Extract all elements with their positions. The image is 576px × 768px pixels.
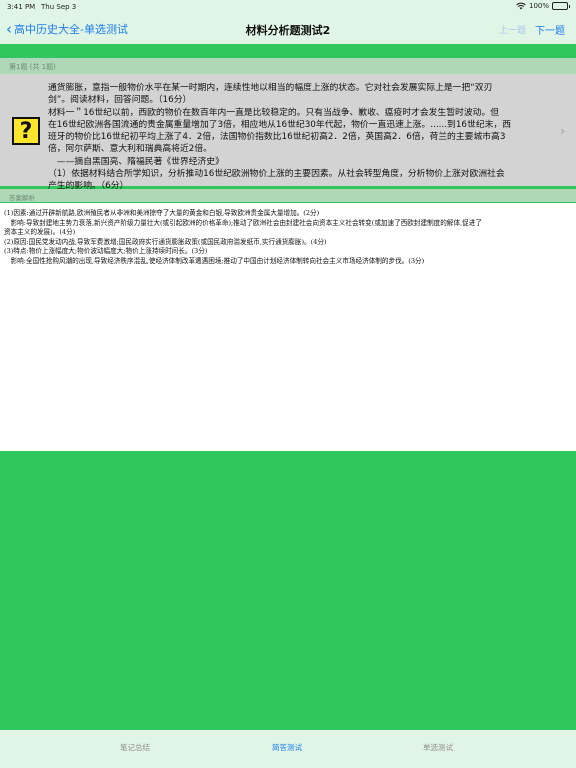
question-text-line: 在16世纪欧洲各国流通的贵金属重量增加了3倍，相应地从16世纪30年代起，物价一… (48, 119, 512, 130)
chevron-right-icon: › (560, 124, 565, 138)
question-text-line: 班牙的物价比16世纪初平均上涨了4．2倍，法国物价指数比16世纪初高2．2倍，英… (48, 132, 506, 143)
question-text-line: （1）依据材料结合所学知识，分析推动16世纪欧洲物价上涨的主要因素。从社会转型角… (48, 169, 505, 180)
question-text: 通货膨胀，意指一般物价水平在某一时期内，连续性地以相当的幅度上涨的状态。它对社会… (48, 82, 553, 193)
status-date: Thu Sep 3 (41, 3, 77, 11)
page-title: 材料分析题测试2 (245, 24, 331, 37)
previous-question-button[interactable]: 上一题 (499, 23, 526, 36)
tab-notes-summary[interactable]: 笔记总结 (120, 742, 150, 753)
answer-text-line: (1)因素:通过开辟新航路,欧洲殖民者从非洲和美洲掠夺了大量的黄金和白银,导致欧… (4, 209, 320, 217)
question-mark-icon: ? (12, 117, 40, 145)
answer-text: (1)因素:通过开辟新航路,欧洲殖民者从非洲和美洲掠夺了大量的黄金和白银,导致欧… (4, 209, 570, 267)
status-time: 3:41 PM (7, 3, 36, 11)
answer-text-line: 影响:全国性抢购风潮的出现,导致经济秩序混乱,使经济体制改革遭遇困境;推动了中国… (4, 256, 425, 265)
header-divider-band (0, 44, 576, 58)
question-text-line: 通货膨胀，意指一般物价水平在某一时期内，连续性地以相当的幅度上涨的状态。它对社会… (48, 83, 493, 93)
status-bar: 3:41 PM Thu Sep 3 100% (0, 0, 576, 14)
question-text-line: 剑”。阅读材料，回答问题。（16分） (48, 95, 192, 106)
question-text-line: 倍，阿尔萨斯、意大利和瑞典高将近2倍。 (48, 144, 212, 155)
status-right: 100% (516, 2, 570, 10)
answer-text-line: (3)特点:物价上涨幅度大;物价波动幅度大;物价上涨持续时间长。(3分) (4, 247, 208, 256)
wifi-icon (516, 2, 526, 10)
question-text-line: 材料一＂16世纪以前，西欧的物价在数百年内一直是比较稳定的。只有当战争、歉收、瘟… (48, 107, 500, 118)
question-text-line: ——摘自黑国亮、隋福民著《世界经济史》 (48, 156, 224, 167)
answer-panel: (1)因素:通过开辟新航路,欧洲殖民者从非洲和美洲掠夺了大量的黄金和白银,导致欧… (0, 203, 576, 451)
tab-bar: 笔记总结 简答测试 单选测试 (0, 730, 576, 768)
tab-short-answer-test[interactable]: 简答测试 (272, 742, 302, 753)
tab-single-choice-test[interactable]: 单选测试 (423, 742, 453, 753)
next-question-button[interactable]: 下一题 (535, 22, 565, 37)
answer-text-line: 影响:导致封建地主势力衰落,新兴资产阶级力量壮大(或引起欧洲的价格革命);推动了… (4, 218, 482, 227)
answer-section-label: 答案解析 (0, 189, 576, 202)
question-counter: 第1题 (共 1题) (0, 58, 576, 74)
answer-text-line: 资本主义的发展)。(4分) (4, 228, 76, 237)
question-card[interactable]: ? 通货膨胀，意指一般物价水平在某一时期内，连续性地以相当的幅度上涨的状态。它对… (0, 74, 576, 191)
battery-percent: 100% (528, 2, 549, 10)
battery-icon (552, 2, 570, 10)
answer-text-line: (2)原因:国民党发动内战,导致军费激增;国民政府实行通货膨胀政策(或国民政府滥… (4, 237, 327, 246)
navigation-bar: ‹ 高中历史大全-单选测试 材料分析题测试2 上一题 下一题 (0, 14, 576, 44)
